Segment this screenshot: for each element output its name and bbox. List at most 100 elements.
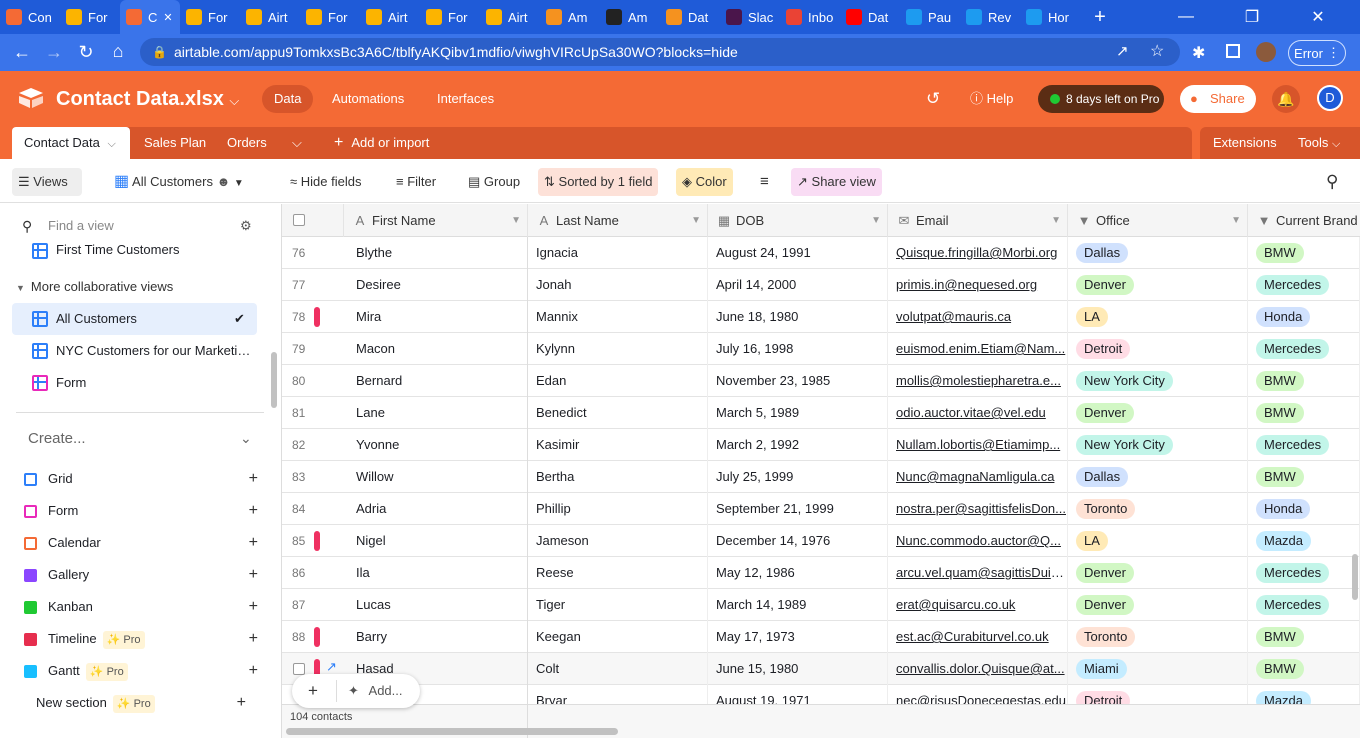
cell-dob[interactable]: July 25, 1999 (708, 461, 888, 493)
sidepanel-icon[interactable] (1226, 44, 1240, 58)
tools-button[interactable]: Tools ⌵ (1298, 127, 1340, 159)
add-record-plus-icon[interactable]: + (308, 681, 318, 701)
cell-dob[interactable]: March 14, 1989 (708, 589, 888, 621)
cell-brand[interactable]: Mercedes (1248, 557, 1360, 589)
browser-tab[interactable]: Am (540, 0, 600, 34)
profile-avatar[interactable] (1256, 42, 1276, 62)
user-avatar[interactable]: D (1317, 85, 1343, 111)
browser-tab[interactable]: For (420, 0, 480, 34)
create-header[interactable]: Create... (28, 430, 86, 447)
back-icon[interactable]: ← (6, 42, 38, 63)
cell-first[interactable]: Willow (344, 461, 528, 493)
maximize-icon[interactable]: ❐ (1240, 7, 1264, 27)
tables-more-icon[interactable]: ⌵ (292, 127, 302, 159)
cell-email[interactable]: est.ac@Curabiturvel.co.uk (888, 621, 1068, 653)
cell-dob[interactable]: September 21, 1999 (708, 493, 888, 525)
cell-last[interactable]: Colt (528, 653, 708, 685)
browser-tab[interactable]: Am (600, 0, 660, 34)
cell-first[interactable]: Ila (344, 557, 528, 589)
cell-dob[interactable]: July 16, 1998 (708, 333, 888, 365)
color-button[interactable]: ◈ Color (676, 168, 733, 196)
chevron-down-icon[interactable]: ▼ (1051, 204, 1061, 237)
cell-brand[interactable]: Honda (1248, 301, 1360, 333)
cell-brand[interactable]: Honda (1248, 493, 1360, 525)
nav-interfaces[interactable]: Interfaces (425, 85, 506, 113)
cell-email[interactable]: volutpat@mauris.ca (888, 301, 1068, 333)
cell-first[interactable]: Yvonne (344, 429, 528, 461)
cell-first[interactable]: Blythe (344, 237, 528, 269)
cell-last[interactable]: Keegan (528, 621, 708, 653)
airtable-logo-icon[interactable] (18, 87, 44, 109)
cell-brand[interactable]: BMW (1248, 365, 1360, 397)
column-header-office[interactable]: ▼ Office ▼ (1068, 204, 1248, 237)
create-kanban[interactable]: Kanban + (24, 591, 264, 623)
settings-gear-icon[interactable]: ⚙ (240, 218, 252, 234)
cell-brand[interactable]: Mercedes (1248, 589, 1360, 621)
group-button[interactable]: ▤ Group (462, 168, 526, 196)
table-row[interactable]: 76 Blythe Ignacia August 24, 1991 Quisque.fr… (282, 237, 1360, 269)
filter-button[interactable]: ≡ Filter (390, 168, 442, 196)
browser-tab[interactable]: Airt (480, 0, 540, 34)
forward-icon[interactable]: → (38, 42, 70, 63)
url-input[interactable]: 🔒 airtable.com/appu9TomkxsBc3A6C/tblfyAK… (140, 38, 1180, 66)
browser-tab[interactable]: Airt (240, 0, 300, 34)
hide-fields-button[interactable]: ≈ Hide fields (284, 168, 367, 196)
view-first-time-customers[interactable]: First Time Customers (12, 239, 257, 263)
cell-dob[interactable]: November 23, 1985 (708, 365, 888, 397)
cell-last[interactable]: Ignacia (528, 237, 708, 269)
cell-last[interactable]: Kasimir (528, 429, 708, 461)
cell-email[interactable]: odio.auctor.vitae@vel.edu (888, 397, 1068, 429)
new-tab-icon[interactable]: + (1088, 6, 1112, 29)
cell-email[interactable]: nostra.per@sagittisfelisDon... (888, 493, 1068, 525)
cell-brand[interactable]: BMW (1248, 461, 1360, 493)
browser-tab[interactable]: Slac (720, 0, 780, 34)
cell-email[interactable]: Nunc.commodo.auctor@Q... (888, 525, 1068, 557)
row-checkbox[interactable] (293, 663, 305, 675)
section-header[interactable]: ▼ More collaborative views (16, 279, 173, 294)
expand-record-icon[interactable]: ↗ (326, 659, 337, 675)
select-all-checkbox[interactable] (293, 214, 305, 226)
cell-last[interactable]: Bertha (528, 461, 708, 493)
table-row[interactable]: 83 Willow Bertha July 25, 1999 Nunc@magnaNam… (282, 461, 1360, 493)
cell-email[interactable]: euismod.enim.Etiam@Nam... (888, 333, 1068, 365)
table-row[interactable]: ↗ Hasad Colt June 15, 1980 convallis.dolor.Q… (282, 653, 1360, 685)
browser-tab[interactable]: For (60, 0, 120, 34)
chevron-down-icon[interactable]: ▼ (691, 204, 701, 237)
cell-first[interactable]: Bernard (344, 365, 528, 397)
cell-office[interactable]: New York City (1068, 365, 1248, 397)
browser-tab[interactable]: Con (0, 0, 60, 34)
browser-tab[interactable]: Dat (840, 0, 900, 34)
cell-brand[interactable]: BMW (1248, 653, 1360, 685)
browser-tab[interactable]: For (180, 0, 240, 34)
create-grid[interactable]: Grid + (24, 463, 264, 495)
create-form[interactable]: Form + (24, 495, 264, 527)
tab-contact-data[interactable]: Contact Data ⌵ (12, 127, 130, 159)
cell-office[interactable]: Dallas (1068, 237, 1248, 269)
table-row[interactable]: 78 Mira Mannix June 18, 1980 volutpat@mauris… (282, 301, 1360, 333)
grid-horizontal-scrollbar[interactable] (286, 728, 618, 735)
cell-dob[interactable]: December 14, 1976 (708, 525, 888, 557)
add-or-import-button[interactable]: + Add or import (334, 127, 429, 159)
create-gantt[interactable]: Gantt ✨ Pro + (24, 655, 264, 687)
cell-office[interactable]: LA (1068, 301, 1248, 333)
cell-first[interactable]: Adria (344, 493, 528, 525)
cell-brand[interactable]: Mercedes (1248, 333, 1360, 365)
table-row[interactable]: 84 Adria Phillip September 21, 1999 nostra.p… (282, 493, 1360, 525)
cell-first[interactable]: Lucas (344, 589, 528, 621)
cell-brand[interactable]: Mercedes (1248, 429, 1360, 461)
browser-tab[interactable]: Dat (660, 0, 720, 34)
share-button[interactable]: ● Share (1180, 85, 1256, 113)
extensions-button[interactable]: Extensions (1213, 127, 1277, 159)
create-gallery[interactable]: Gallery + (24, 559, 264, 591)
row-height-icon[interactable]: ≡ (754, 168, 775, 196)
sort-button[interactable]: ⇅ Sorted by 1 field (538, 168, 659, 196)
cell-first[interactable]: Desiree (344, 269, 528, 301)
cell-dob[interactable]: March 2, 1992 (708, 429, 888, 461)
notifications-bell-icon[interactable]: 🔔 (1272, 85, 1300, 113)
cell-dob[interactable]: May 12, 1986 (708, 557, 888, 589)
create-timeline[interactable]: Timeline ✨ Pro + (24, 623, 264, 655)
nav-data[interactable]: Data (262, 85, 314, 113)
cell-dob[interactable]: June 15, 1980 (708, 653, 888, 685)
add-with-ai-button[interactable]: ✦ Add... (348, 683, 403, 699)
help-button[interactable]: ⓘ Help (958, 85, 1025, 113)
